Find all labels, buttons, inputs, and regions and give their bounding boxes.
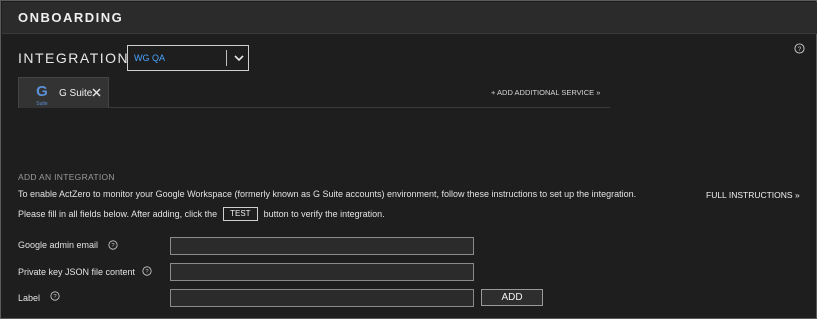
private-key-field[interactable] xyxy=(170,263,474,281)
app-frame: ONBOARDING INTEGRATIONS WG QA ? G Suite … xyxy=(0,0,817,319)
svg-text:G: G xyxy=(36,83,48,100)
test-chip: TEST xyxy=(223,207,258,221)
environment-select[interactable]: WG QA xyxy=(127,45,249,71)
help-circle-icon[interactable]: ? xyxy=(142,266,152,276)
label-field-label: Label xyxy=(18,293,41,303)
svg-text:?: ? xyxy=(53,294,57,300)
help-circle-icon[interactable]: ? xyxy=(108,240,118,250)
admin-email-field[interactable] xyxy=(170,237,474,255)
svg-text:?: ? xyxy=(798,46,802,53)
tab-g-suite[interactable]: G Suite G Suite xyxy=(18,77,109,108)
svg-text:?: ? xyxy=(111,243,115,249)
private-key-label: Private key JSON file content xyxy=(18,267,136,277)
svg-text:Suite: Suite xyxy=(36,101,48,107)
help-circle-icon[interactable]: ? xyxy=(794,43,805,54)
svg-text:?: ? xyxy=(145,269,149,275)
section-heading: ADD AN INTEGRATION xyxy=(18,172,115,182)
add-additional-service-link[interactable]: + ADD ADDITIONAL SERVICE » xyxy=(491,88,600,97)
chevron-down-icon xyxy=(234,55,244,62)
add-button[interactable]: ADD xyxy=(481,289,543,306)
g-suite-logo-icon: G Suite xyxy=(36,83,48,107)
close-icon[interactable] xyxy=(91,87,102,98)
instruction-text: Please fill in all fields below. After a… xyxy=(18,207,385,221)
help-circle-icon[interactable]: ? xyxy=(50,291,60,301)
instruction-text-before: Please fill in all fields below. After a… xyxy=(18,209,218,219)
top-bar: ONBOARDING xyxy=(2,2,817,34)
integrations-heading: INTEGRATIONS xyxy=(18,50,140,66)
label-field[interactable] xyxy=(170,289,474,307)
select-divider xyxy=(226,50,227,66)
instruction-text-after: button to verify the integration. xyxy=(263,209,385,219)
environment-select-value: WG QA xyxy=(134,53,165,63)
page-title: ONBOARDING xyxy=(18,10,124,25)
admin-email-label: Google admin email xyxy=(18,240,99,250)
tab-label: G Suite xyxy=(59,88,93,99)
full-instructions-link[interactable]: FULL INSTRUCTIONS » xyxy=(706,190,800,200)
description-text: To enable ActZero to monitor your Google… xyxy=(18,189,637,199)
